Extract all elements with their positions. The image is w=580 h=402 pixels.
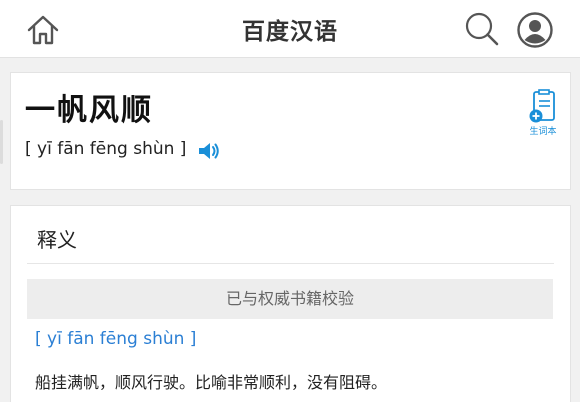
vocab-book-icon (529, 89, 555, 123)
word-card: 一帆风顺 [ yī fān fēng shùn ] 生词本 (10, 72, 571, 190)
divider (27, 263, 554, 264)
definition-card: 释义 已与权威书籍校验 [ yī fān fēng shùn ] 船挂满帆，顺风… (10, 205, 571, 402)
search-icon[interactable] (464, 11, 500, 47)
definition-pinyin[interactable]: [ yī fān fēng shùn ] (35, 329, 196, 349)
verified-banner: 已与权威书籍校验 (27, 279, 553, 319)
speaker-icon[interactable] (197, 141, 221, 161)
scroll-edge (0, 120, 3, 164)
vocab-book-button[interactable]: 生词本 (523, 89, 563, 139)
definition-text: 船挂满帆，顺风行驶。比喻非常顺利，没有阻碍。 (35, 373, 388, 392)
definition-title: 释义 (37, 228, 77, 252)
headword: 一帆风顺 (25, 93, 153, 128)
headword-pinyin: [ yī fān fēng shùn ] (25, 139, 187, 159)
vocab-book-label: 生词本 (529, 127, 557, 137)
user-icon[interactable] (516, 11, 554, 49)
top-bar: 百度汉语 (0, 0, 580, 58)
app-root: 百度汉语 一帆风顺 [ yī fān fēng shùn ] 生词本 释义 已与… (0, 0, 580, 402)
